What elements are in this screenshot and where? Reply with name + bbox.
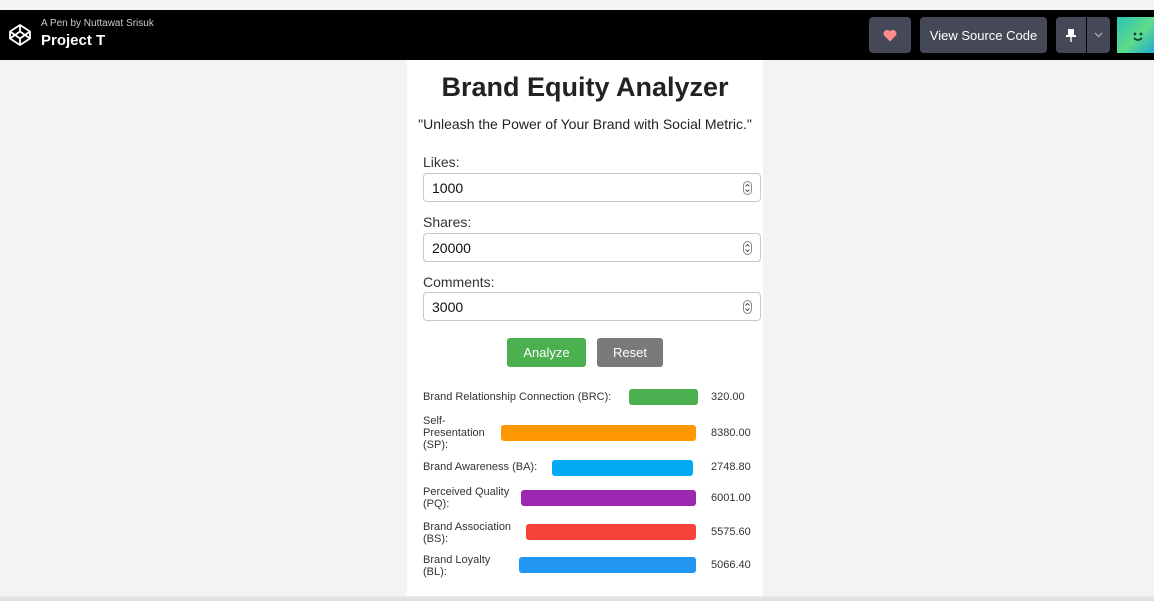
pin-button[interactable]: [1056, 17, 1086, 53]
metric-value-pq: 6001.00: [711, 492, 751, 504]
page-title: Brand Equity Analyzer: [441, 72, 729, 102]
pin-dropdown-button[interactable]: [1087, 17, 1110, 53]
likes-value: 1000: [432, 180, 464, 196]
metric-label-pq: Perceived Quality (PQ):: [423, 486, 510, 510]
tagline: "Unleash the Power of Your Brand with So…: [418, 116, 752, 132]
metric-label-bs: Brand Association (BS):: [423, 521, 512, 545]
comments-label: Comments:: [423, 274, 495, 290]
reset-button[interactable]: Reset: [597, 338, 663, 367]
metric-value-ba: 2748.80: [711, 461, 751, 473]
codepen-logo-icon[interactable]: [8, 23, 32, 47]
pin-icon: [1066, 29, 1076, 42]
pen-author[interactable]: A Pen by Nuttawat Srisuk: [41, 19, 154, 29]
footer-shadow: [0, 596, 1154, 601]
smiley-icon: [1133, 32, 1143, 41]
metric-bar-brc: [629, 389, 698, 405]
metric-bar-bs: [526, 524, 696, 540]
chevron-down-icon: [1094, 32, 1103, 38]
pen-title: Project T: [41, 32, 106, 49]
shares-input[interactable]: 20000: [423, 233, 761, 262]
metric-label-ba: Brand Awareness (BA):: [423, 461, 538, 473]
shares-label: Shares:: [423, 214, 472, 230]
comments-input[interactable]: 3000: [423, 292, 761, 321]
metric-value-bs: 5575.60: [711, 526, 751, 538]
metric-label-sp: Self-Presentation (SP):: [423, 415, 485, 451]
analyze-button[interactable]: Analyze: [507, 338, 586, 367]
shares-value: 20000: [432, 240, 471, 256]
heart-icon: [883, 29, 897, 41]
analyzer-card: Brand Equity Analyzer "Unleash the Power…: [407, 60, 763, 601]
metric-value-bl: 5066.40: [711, 559, 751, 571]
metric-label-bl: Brand Loyalty (BL):: [423, 554, 491, 578]
view-source-code-button[interactable]: View Source Code: [920, 17, 1047, 53]
user-avatar[interactable]: [1117, 17, 1154, 53]
metric-bar-ba: [552, 460, 693, 476]
metric-value-brc: 320.00: [711, 391, 745, 403]
metric-bar-sp: [501, 425, 696, 441]
heart-button[interactable]: [869, 17, 911, 53]
number-spinner-icon[interactable]: [743, 241, 752, 255]
metric-bar-pq: [521, 490, 696, 506]
likes-label: Likes:: [423, 154, 460, 170]
comments-value: 3000: [432, 299, 464, 315]
metric-label-brc: Brand Relationship Connection (BRC):: [423, 391, 612, 403]
pen-meta: A Pen by Nuttawat Srisuk Project T: [41, 19, 154, 49]
codepen-header: A Pen by Nuttawat Srisuk Project T View …: [0, 10, 1154, 60]
likes-input[interactable]: 1000: [423, 173, 761, 202]
number-spinner-icon[interactable]: [743, 300, 752, 314]
number-spinner-icon[interactable]: [743, 181, 752, 195]
metric-bar-bl: [519, 557, 696, 573]
metric-value-sp: 8380.00: [711, 427, 751, 439]
